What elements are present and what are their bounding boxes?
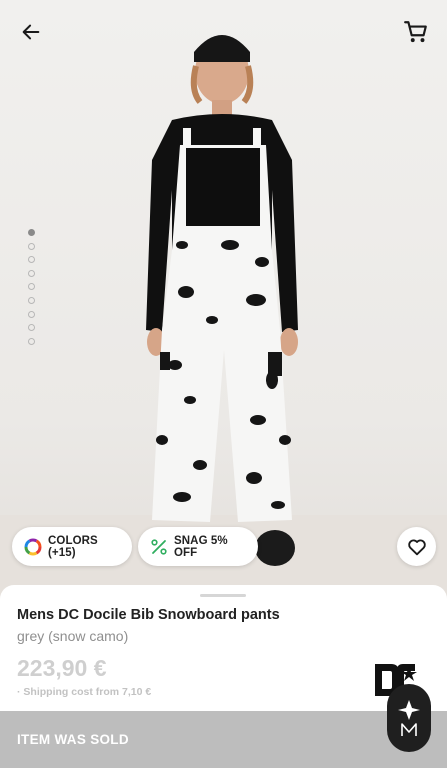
shipping-cost[interactable]: · Shipping cost from 7,10 € — [17, 686, 151, 698]
snag-chip-label: SNAG 5% OFF — [174, 534, 228, 559]
product-price: 223,90 € — [17, 655, 107, 681]
product-title: Mens DC Docile Bib Snowboard pants — [17, 607, 280, 623]
cart-button[interactable] — [398, 14, 434, 50]
gallery-dot[interactable] — [28, 337, 35, 345]
wishlist-button[interactable] — [397, 527, 436, 566]
heart-icon — [407, 539, 426, 555]
gallery-dot-active[interactable] — [28, 229, 35, 236]
colors-chip-label: COLORS (+15) — [48, 534, 98, 559]
sheet-drag-handle[interactable] — [200, 594, 246, 597]
percent-icon — [150, 538, 168, 556]
back-button[interactable] — [13, 14, 49, 50]
gallery-dot[interactable] — [28, 310, 35, 318]
gallery-pagination — [28, 229, 36, 351]
gallery-dot[interactable] — [28, 242, 35, 250]
color-wheel-icon — [24, 538, 42, 556]
product-image[interactable] — [0, 0, 447, 600]
gallery-dot[interactable] — [28, 296, 35, 304]
assistant-badge-icon — [398, 700, 420, 736]
gallery-dot[interactable] — [28, 283, 35, 291]
gallery-dot[interactable] — [28, 324, 35, 332]
gallery-dot[interactable] — [28, 269, 35, 277]
item-sold-label: ITEM WAS SOLD — [17, 732, 129, 747]
assistant-badge[interactable] — [387, 684, 431, 752]
snag-discount-chip[interactable]: SNAG 5% OFF — [138, 527, 258, 566]
colors-chip[interactable]: COLORS (+15) — [12, 527, 132, 566]
arrow-left-icon — [22, 24, 40, 40]
item-sold-bar: ITEM WAS SOLD — [0, 711, 447, 768]
cart-icon — [404, 21, 427, 43]
product-color-name: grey (snow camo) — [17, 628, 129, 644]
gallery-dot[interactable] — [28, 256, 35, 264]
model-figure — [146, 35, 298, 566]
